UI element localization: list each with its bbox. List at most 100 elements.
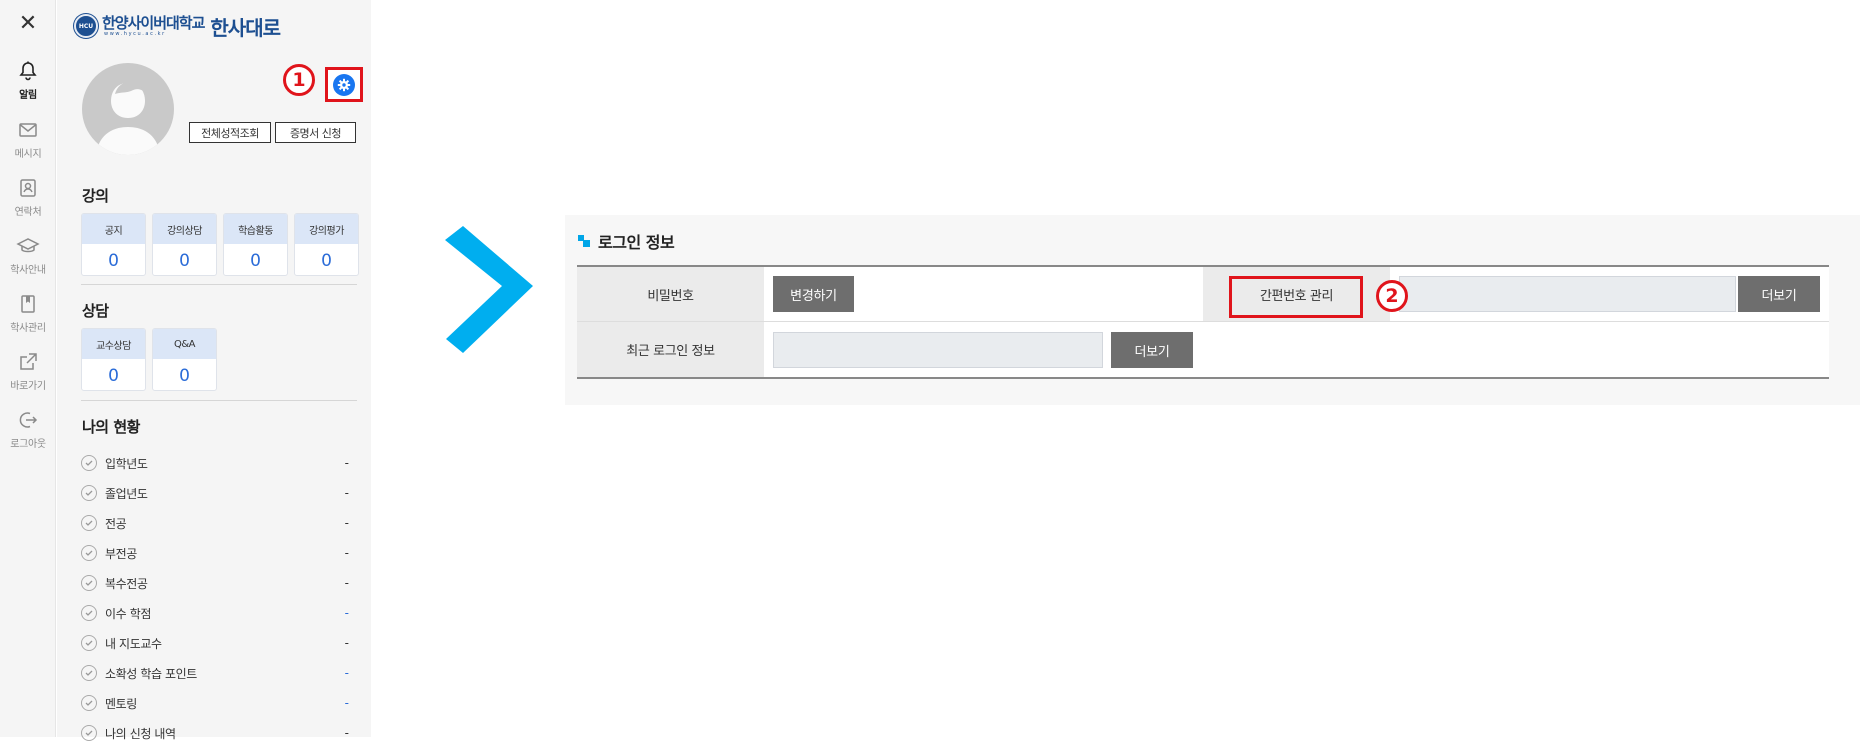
check-circle-icon: [81, 725, 97, 741]
status-value: -: [344, 546, 349, 560]
status-label: 전공: [105, 516, 127, 531]
rail-label: 알림: [19, 90, 37, 101]
brand-name: 한사대로: [210, 15, 281, 40]
callout-2-marker: 2: [1376, 280, 1408, 312]
contacts-icon: [20, 179, 36, 197]
all-grades-button[interactable]: 전체성적조회: [189, 122, 271, 143]
status-label: 복수전공: [105, 576, 148, 591]
check-circle-icon: [81, 515, 97, 531]
password-label: 비밀번호: [577, 267, 764, 321]
status-item: 나의 신청 내역 -: [81, 718, 361, 748]
counsel-cards: 교수상담 0 Q&A 0: [81, 328, 217, 391]
card-label: 공지: [82, 214, 145, 244]
check-circle-icon: [81, 485, 97, 501]
status-item[interactable]: 멘토링 -: [81, 688, 361, 718]
status-label: 내 지도교수: [105, 636, 162, 651]
card-value: 0: [250, 250, 261, 271]
rail-label: 로그아웃: [10, 439, 46, 450]
table-row: 비밀번호 변경하기 간편번호 관리 더보기: [577, 267, 1829, 322]
status-label: 이수 학점: [105, 606, 151, 621]
change-password-button[interactable]: 변경하기: [773, 276, 854, 312]
status-item[interactable]: 소확성 학습 포인트 -: [81, 658, 361, 688]
lecture-cards: 공지 0 강의상담 0 학습활동 0 강의평가 0: [81, 213, 359, 276]
rail-item-shortcuts[interactable]: 바로가기: [0, 351, 56, 392]
pin-field[interactable]: [1399, 276, 1736, 312]
status-label: 입학년도: [105, 456, 148, 471]
pin-management-highlight: [1229, 276, 1363, 318]
rail-item-notifications[interactable]: 알림: [0, 60, 56, 101]
card-value: 0: [108, 250, 119, 271]
counsel-card-qna[interactable]: Q&A 0: [152, 328, 217, 391]
card-value: 0: [179, 250, 190, 271]
table-row: 최근 로그인 정보 더보기: [577, 322, 1829, 377]
counsel-card-professor[interactable]: 교수상담 0: [81, 328, 146, 391]
status-item: 복수전공 -: [81, 568, 361, 598]
rail-item-logout[interactable]: 로그아웃: [0, 409, 56, 450]
emblem-icon: HCU: [74, 14, 98, 38]
graduation-cap-icon: [16, 238, 40, 253]
rail-item-academic-info[interactable]: 학사안내: [0, 235, 56, 276]
status-list: 입학년도 - 졸업년도 - 전공 - 부전공 - 복수전공 - 이수 학점 - 내 지도교수…: [81, 448, 361, 748]
card-value: 0: [321, 250, 332, 271]
status-item[interactable]: 이수 학점 -: [81, 598, 361, 628]
status-value: -: [344, 486, 349, 500]
card-label: 강의상담: [153, 214, 216, 244]
status-item: 부전공 -: [81, 538, 361, 568]
settings-button[interactable]: [325, 67, 363, 102]
status-item: 내 지도교수 -: [81, 628, 361, 658]
recent-login-field[interactable]: [773, 332, 1103, 368]
status-label: 졸업년도: [105, 486, 148, 501]
card-label: Q&A: [153, 329, 216, 359]
card-label: 학습활동: [224, 214, 287, 244]
status-item: 입학년도 -: [81, 448, 361, 478]
status-value: -: [344, 696, 349, 710]
divider: [81, 284, 357, 285]
check-circle-icon: [81, 455, 97, 471]
card-value: 0: [179, 365, 190, 386]
status-label: 나의 신청 내역: [105, 726, 176, 741]
avatar: [82, 63, 174, 155]
certificate-request-button[interactable]: 증명서 신청: [275, 122, 356, 143]
status-label: 멘토링: [105, 696, 137, 711]
lecture-card-evaluation[interactable]: 강의평가 0: [294, 213, 359, 276]
gear-icon: [333, 73, 355, 96]
close-icon[interactable]: ✕: [16, 12, 40, 36]
pin-more-button[interactable]: 더보기: [1738, 276, 1820, 312]
rail-item-academic-admin[interactable]: 학사관리: [0, 293, 56, 334]
bell-icon: [19, 61, 37, 81]
lecture-card-notice[interactable]: 공지 0: [81, 213, 146, 276]
divider: [81, 400, 357, 401]
callout-1-marker: 1: [283, 64, 315, 96]
rail-item-contacts[interactable]: 연락처: [0, 177, 56, 218]
status-item: 전공 -: [81, 508, 361, 538]
logout-icon: [19, 412, 38, 428]
login-info-title: 로그인 정보: [578, 229, 675, 253]
check-circle-icon: [81, 545, 97, 561]
counsel-section-title: 상담: [82, 302, 109, 320]
check-circle-icon: [81, 665, 97, 681]
status-label: 부전공: [105, 546, 137, 561]
rail-label: 바로가기: [10, 381, 46, 392]
status-value: -: [344, 516, 349, 530]
status-value: -: [344, 606, 349, 620]
check-circle-icon: [81, 605, 97, 621]
lecture-card-activity[interactable]: 학습활동 0: [223, 213, 288, 276]
status-label: 소확성 학습 포인트: [105, 666, 197, 681]
status-value: -: [344, 726, 349, 740]
rail-item-messages[interactable]: 메시지: [0, 119, 56, 160]
lecture-card-consult[interactable]: 강의상담 0: [152, 213, 217, 276]
status-value: -: [344, 666, 349, 680]
recent-login-more-button[interactable]: 더보기: [1111, 332, 1193, 368]
status-value: -: [344, 636, 349, 650]
side-panel: HCU 한양사이버대학교 www.hycu.ac.kr 한사대로 1 전체성적조…: [57, 0, 371, 741]
check-circle-icon: [81, 575, 97, 591]
status-section-title: 나의 현황: [82, 418, 140, 436]
status-value: -: [344, 456, 349, 470]
icon-rail: ✕ 알림 메시지 연락처 학사안내 학사관리 바로가기 로그아웃: [0, 0, 56, 737]
card-label: 교수상담: [82, 329, 145, 359]
check-circle-icon: [81, 635, 97, 651]
user-silhouette-icon: [96, 82, 160, 155]
rail-label: 학사안내: [10, 265, 46, 276]
university-logo[interactable]: HCU 한양사이버대학교 www.hycu.ac.kr 한사대로: [74, 11, 281, 41]
card-value: 0: [108, 365, 119, 386]
